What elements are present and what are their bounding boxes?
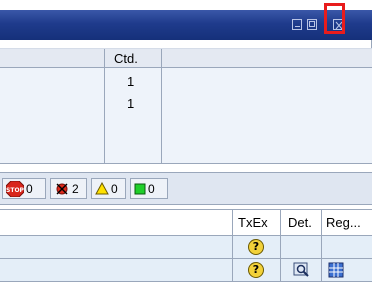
table-row[interactable]: ? <box>0 259 372 282</box>
close-button-highlight <box>324 3 345 34</box>
lower-table-header: TxEx Det. Reg... <box>0 209 372 236</box>
stop-count: 0 <box>26 181 33 196</box>
svg-text:STOP: STOP <box>6 187 24 194</box>
window-title-bar <box>0 10 372 40</box>
warning-icon <box>95 182 109 195</box>
question-icon[interactable]: ? <box>248 262 264 278</box>
stop-icon: STOP <box>6 180 24 197</box>
column-header-txex[interactable]: TxEx <box>238 215 268 230</box>
warning-count: 0 <box>111 181 118 196</box>
maximize-icon[interactable] <box>307 19 317 30</box>
column-header-ctd: Ctd. <box>114 51 138 66</box>
error-icon <box>56 183 68 194</box>
question-icon[interactable]: ? <box>248 239 264 255</box>
stop-filter-button[interactable]: STOP 0 <box>2 178 46 199</box>
column-header-det[interactable]: Det. <box>288 215 312 230</box>
success-filter-button[interactable]: 0 <box>130 178 168 199</box>
success-icon <box>134 183 146 194</box>
error-count: 2 <box>72 181 79 196</box>
ctd-cell-row-1: 1 <box>127 74 135 89</box>
upper-table-header: Ctd. <box>0 48 372 68</box>
success-count: 0 <box>148 181 155 196</box>
message-status-bar: STOP 0 2 0 0 <box>0 172 372 205</box>
ctd-cell-row-2: 1 <box>127 96 135 111</box>
minimize-icon[interactable] <box>292 19 302 30</box>
warning-filter-button[interactable]: 0 <box>91 178 126 199</box>
upper-table-body: 1 1 <box>0 68 372 163</box>
error-filter-button[interactable]: 2 <box>50 178 87 199</box>
grid-icon[interactable] <box>328 262 344 278</box>
magnifier-detail-icon[interactable] <box>293 262 311 278</box>
table-row[interactable]: ? <box>0 236 372 259</box>
upper-table-footer <box>0 163 372 171</box>
column-header-reg[interactable]: Reg... <box>326 215 361 230</box>
